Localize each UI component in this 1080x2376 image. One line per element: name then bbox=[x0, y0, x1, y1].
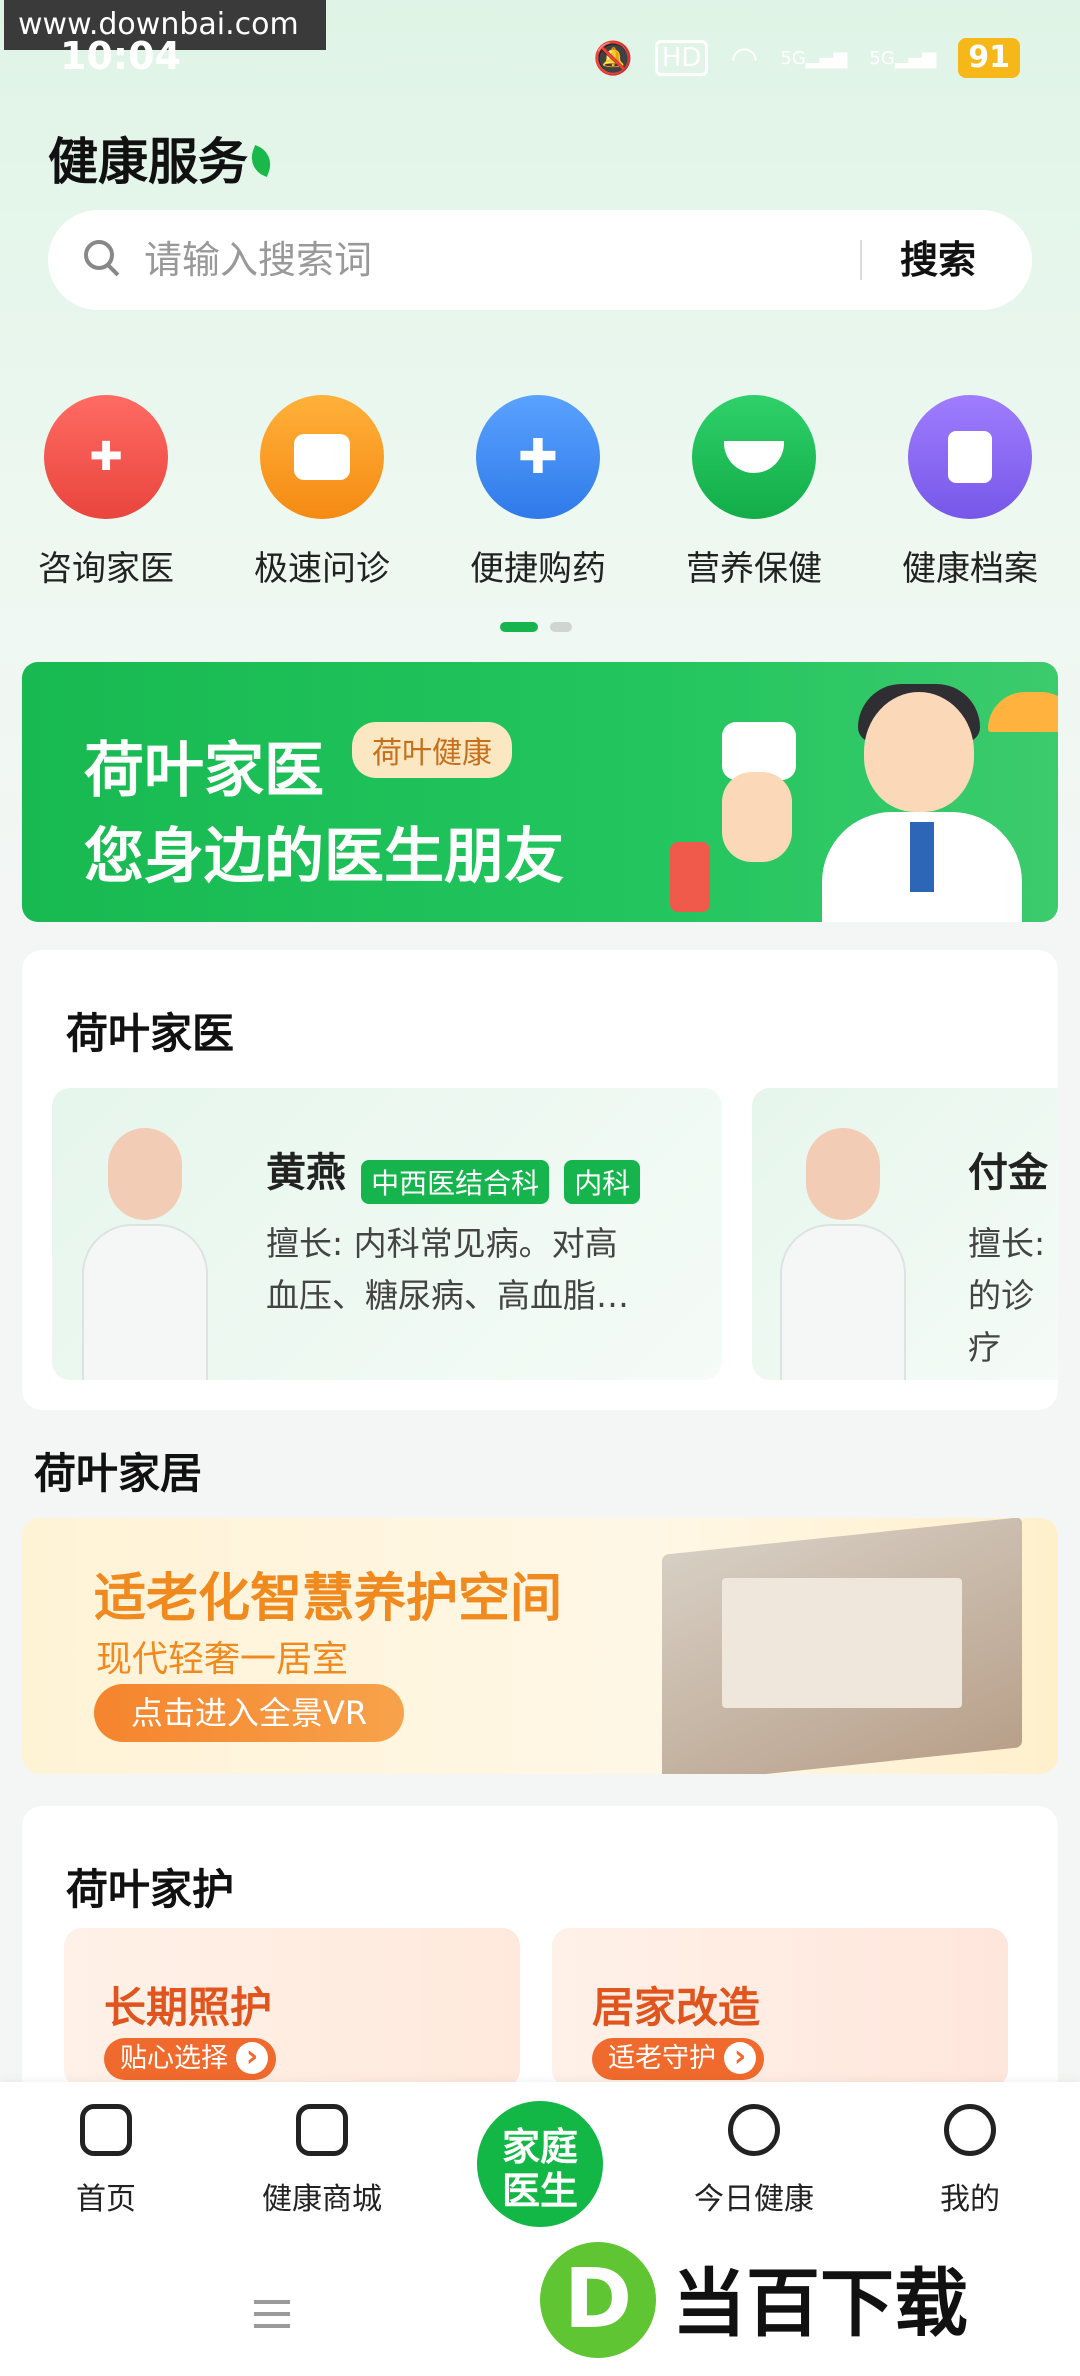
search-divider bbox=[860, 240, 862, 280]
menu-icon-line bbox=[254, 2324, 290, 2328]
home-icon bbox=[80, 2104, 132, 2156]
tab-today-health[interactable]: 今日健康 bbox=[664, 2104, 844, 2218]
doctor-name: 黄燕 bbox=[266, 1150, 346, 1196]
doctor-card[interactable]: 黄燕 中西医结合科 内科 擅长: 内科常见病。对高 血压、糖尿病、高血脂… bbox=[52, 1088, 722, 1380]
tab-profile[interactable]: 我的 bbox=[880, 2104, 1060, 2218]
tab-label: 我的 bbox=[940, 2182, 1000, 2217]
service-fast-consult[interactable]: 极速问诊 bbox=[232, 395, 412, 590]
service-label: 便捷购药 bbox=[470, 549, 606, 589]
doctor-name: 付金 bbox=[968, 1150, 1048, 1196]
service-nutrition[interactable]: 营养保健 bbox=[664, 395, 844, 590]
doctor-card[interactable]: 付金 擅长: 的诊疗 bbox=[752, 1088, 1058, 1380]
room-illustration-floor bbox=[722, 1578, 962, 1708]
carousel-dots bbox=[500, 622, 572, 632]
banner-title: 荷叶家医 bbox=[84, 736, 324, 806]
hd-icon: HD bbox=[654, 40, 709, 76]
banner-badge: 荷叶健康 bbox=[352, 722, 512, 778]
search-input[interactable]: 请输入搜索词 bbox=[144, 210, 372, 310]
doctor-illustration-tie bbox=[910, 822, 934, 892]
service-consult-doctor[interactable]: ✚ 咨询家医 bbox=[16, 395, 196, 590]
doctor-icon: ✚ bbox=[44, 395, 168, 519]
service-label: 咨询家医 bbox=[38, 549, 174, 589]
doctor-specialty: 擅长: 的诊疗 bbox=[968, 1224, 1046, 1367]
care-card-button[interactable]: 适老守护 bbox=[592, 2038, 764, 2080]
section-title: 荷叶家医 bbox=[66, 1009, 235, 1058]
enter-vr-button[interactable]: 点击进入全景VR bbox=[94, 1684, 404, 1742]
wifi-icon: ◠ bbox=[730, 39, 759, 77]
mute-icon: 🔕 bbox=[593, 39, 633, 77]
mortar-icon bbox=[692, 395, 816, 519]
heart-chat-icon bbox=[728, 2104, 780, 2156]
tab-health-mall[interactable]: 健康商城 bbox=[232, 2104, 412, 2218]
tab-label: 医生 bbox=[501, 2169, 578, 2213]
service-label: 健康档案 bbox=[902, 549, 1038, 589]
page-title: 健康服务 bbox=[48, 133, 248, 191]
section-title: 荷叶家居 bbox=[34, 1449, 203, 1498]
status-icons: 🔕 HD ◠ 5G▂▄▆ 5G▂▄▆ 91 bbox=[593, 38, 1020, 78]
search-bar[interactable]: 请输入搜索词 搜索 bbox=[48, 210, 1032, 310]
tab-family-doctor[interactable]: 家庭 医生 bbox=[472, 2096, 608, 2232]
tab-home[interactable]: 首页 bbox=[16, 2104, 196, 2218]
leaf-icon bbox=[246, 145, 276, 177]
care-card-long-term[interactable]: 长期照护 贴心选择 bbox=[64, 1928, 520, 2088]
service-buy-medicine[interactable]: ✚ 便捷购药 bbox=[448, 395, 628, 590]
search-button[interactable]: 搜索 bbox=[900, 210, 976, 310]
doctor-tag: 中西医结合科 bbox=[361, 1159, 550, 1204]
waving-hand bbox=[722, 772, 792, 862]
file-icon bbox=[908, 395, 1032, 519]
battery-icon: 91 bbox=[958, 38, 1020, 78]
tab-label: 首页 bbox=[76, 2182, 136, 2217]
dot-active bbox=[500, 622, 538, 632]
promo-banner[interactable]: 荷叶家医 荷叶健康 您身边的医生朋友 bbox=[22, 662, 1058, 922]
site-logo-icon: D bbox=[540, 2242, 656, 2358]
doctor-tag: 内科 bbox=[564, 1159, 641, 1204]
doctor-specialty: 擅长: 内科常见病。对高 血压、糖尿病、高血脂… bbox=[266, 1224, 629, 1315]
menu-icon[interactable] bbox=[254, 2300, 290, 2304]
shopping-bag-icon bbox=[296, 2104, 348, 2156]
care-card-title: 长期照护 bbox=[104, 1983, 273, 2032]
home-banner-subtitle: 现代轻奢一居室 bbox=[96, 1639, 349, 1680]
service-label: 极速问诊 bbox=[254, 549, 390, 589]
tab-label: 健康商城 bbox=[262, 2182, 382, 2217]
doctor-header: 黄燕 中西医结合科 内科 bbox=[266, 1140, 641, 1204]
doctor-photo bbox=[780, 1120, 906, 1380]
family-doctor-section: 荷叶家医 黄燕 中西医结合科 内科 擅长: 内科常见病。对高 血压、糖尿病、高血… bbox=[22, 950, 1058, 1410]
medicine-bottle-icon: ✚ bbox=[476, 395, 600, 519]
care-card-home-renovation[interactable]: 居家改造 适老守护 bbox=[552, 1928, 1008, 2088]
lamp-illustration bbox=[988, 692, 1058, 732]
home-vr-banner[interactable]: 适老化智慧养护空间 现代轻奢一居室 点击进入全景VR bbox=[22, 1518, 1058, 1774]
chat-icon bbox=[260, 395, 384, 519]
service-health-records[interactable]: 健康档案 bbox=[880, 395, 1060, 590]
site-logo-text: 当百下载 bbox=[672, 2261, 968, 2347]
profile-icon bbox=[944, 2104, 996, 2156]
tab-label: 家庭 bbox=[501, 2125, 578, 2169]
doctor-photo bbox=[82, 1120, 208, 1380]
doctor-illustration bbox=[864, 692, 974, 812]
care-card-title: 居家改造 bbox=[592, 1983, 761, 2032]
service-label: 营养保健 bbox=[686, 549, 822, 589]
dot bbox=[550, 622, 572, 632]
signal-icon-2: 5G▂▄▆ bbox=[869, 47, 937, 69]
medicine-bottle-illustration bbox=[670, 842, 710, 912]
status-time: 10:04 bbox=[60, 34, 181, 78]
signal-icon-1: 5G▂▄▆ bbox=[780, 47, 848, 69]
banner-subtitle: 您身边的医生朋友 bbox=[84, 822, 564, 892]
section-title: 荷叶家护 bbox=[66, 1865, 235, 1914]
menu-icon-line bbox=[254, 2312, 290, 2316]
search-icon bbox=[84, 240, 114, 270]
tab-label: 今日健康 bbox=[694, 2182, 814, 2217]
home-banner-title: 适老化智慧养护空间 bbox=[94, 1569, 563, 1629]
care-card-button[interactable]: 贴心选择 bbox=[104, 2038, 276, 2080]
